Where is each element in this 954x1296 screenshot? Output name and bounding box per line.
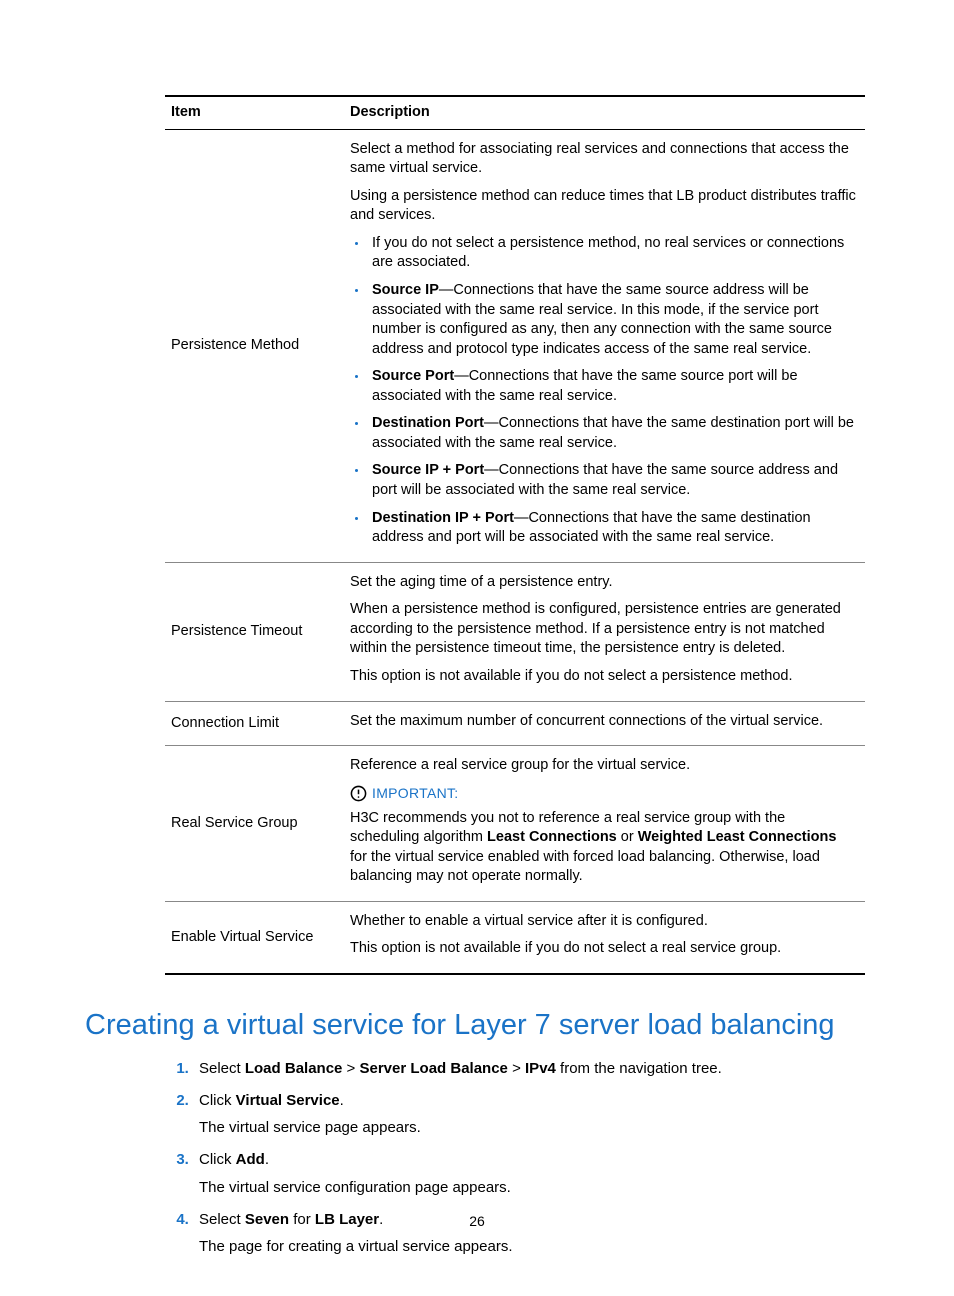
nav-term: Server Load Balance [360, 1060, 508, 1077]
item-cell-persistence-method: Persistence Method [165, 129, 344, 562]
step-item: Select Load Balance > Server Load Balanc… [193, 1058, 869, 1080]
table-header-item: Item [165, 96, 344, 129]
paragraph: This option is not available if you do n… [350, 939, 857, 959]
desc-cell: Select a method for associating real ser… [344, 129, 865, 562]
text: . [265, 1151, 269, 1168]
text: for the virtual service enabled with for… [350, 849, 820, 885]
paragraph: Select a method for associating real ser… [350, 140, 857, 179]
bullet-list: If you do not select a persistence metho… [350, 234, 857, 548]
term: Source IP [372, 282, 439, 298]
table-row: Connection Limit Set the maximum number … [165, 701, 865, 746]
desc-cell: Set the aging time of a persistence entr… [344, 562, 865, 701]
important-callout: IMPORTANT: [350, 784, 857, 803]
term: Weighted Least Connections [638, 829, 837, 845]
important-icon [350, 785, 367, 802]
list-item: If you do not select a persistence metho… [368, 234, 857, 273]
important-label: IMPORTANT: [372, 784, 459, 803]
ui-term: Virtual Service [236, 1092, 340, 1109]
paragraph: This option is not available if you do n… [350, 667, 857, 687]
config-items-table: Item Description Persistence Method Sele… [165, 95, 865, 975]
item-cell-enable-virtual-service: Enable Virtual Service [165, 901, 344, 974]
term: Destination IP + Port [372, 510, 514, 526]
list-item: Source Port—Connections that have the sa… [368, 367, 857, 406]
table-row: Persistence Method Select a method for a… [165, 129, 865, 562]
text: Click [199, 1151, 236, 1168]
desc-cell: Whether to enable a virtual service afte… [344, 901, 865, 974]
term: Source Port [372, 368, 454, 384]
desc-cell: Reference a real service group for the v… [344, 746, 865, 902]
item-cell-connection-limit: Connection Limit [165, 701, 344, 746]
term: Least Connections [487, 829, 617, 845]
paragraph: Set the maximum number of concurrent con… [350, 712, 857, 732]
text: > [342, 1060, 359, 1077]
term: Source IP + Port [372, 462, 484, 478]
list-item: Destination Port—Connections that have t… [368, 414, 857, 453]
nav-term: IPv4 [525, 1060, 556, 1077]
paragraph: Set the aging time of a persistence entr… [350, 573, 857, 593]
table-row: Real Service Group Reference a real serv… [165, 746, 865, 902]
desc-cell: Set the maximum number of concurrent con… [344, 701, 865, 746]
term: Destination Port [372, 415, 484, 431]
table-row: Persistence Timeout Set the aging time o… [165, 562, 865, 701]
paragraph: When a persistence method is configured,… [350, 600, 857, 659]
item-cell-persistence-timeout: Persistence Timeout [165, 562, 344, 701]
text: > [508, 1060, 525, 1077]
section-heading: Creating a virtual service for Layer 7 s… [85, 1009, 869, 1042]
paragraph: H3C recommends you not to reference a re… [350, 809, 857, 887]
table-row: Enable Virtual Service Whether to enable… [165, 901, 865, 974]
text: —Connections that have the same source a… [372, 282, 832, 357]
paragraph: Reference a real service group for the v… [350, 756, 857, 776]
text: from the navigation tree. [556, 1060, 722, 1077]
paragraph: Using a persistence method can reduce ti… [350, 187, 857, 226]
list-item: Destination IP + Port—Connections that h… [368, 509, 857, 548]
text: Click [199, 1092, 236, 1109]
step-item: Click Virtual Service. The virtual servi… [193, 1090, 869, 1140]
list-item: Source IP—Connections that have the same… [368, 281, 857, 359]
text: or [617, 829, 638, 845]
table-header-description: Description [344, 96, 865, 129]
list-item: Source IP + Port—Connections that have t… [368, 461, 857, 500]
item-cell-real-service-group: Real Service Group [165, 746, 344, 902]
text: . [340, 1092, 344, 1109]
step-result: The virtual service page appears. [199, 1117, 869, 1139]
step-result: The page for creating a virtual service … [199, 1236, 869, 1258]
step-item: Click Add. The virtual service configura… [193, 1149, 869, 1199]
text: Select [199, 1060, 245, 1077]
ui-term: Add [236, 1151, 265, 1168]
nav-term: Load Balance [245, 1060, 343, 1077]
page-number: 26 [0, 1213, 954, 1229]
paragraph: Whether to enable a virtual service afte… [350, 912, 857, 932]
step-result: The virtual service configuration page a… [199, 1177, 869, 1199]
